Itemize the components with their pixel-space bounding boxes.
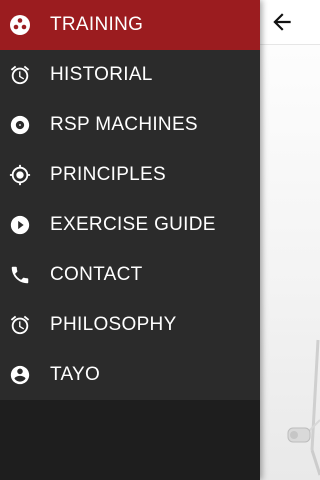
menu-item-historial[interactable]: HISTORIAL [0, 50, 260, 100]
menu-item-tayo[interactable]: TAYO [0, 350, 260, 400]
disc-icon [9, 114, 31, 136]
alarm-clock-icon [9, 64, 31, 86]
menu-item-label: EXERCISE GUIDE [50, 214, 216, 235]
drawer-footer-area [0, 400, 260, 480]
phone-icon [9, 264, 31, 286]
crosshair-icon [9, 164, 31, 186]
machine-image [287, 339, 320, 476]
navigation-drawer: TRAINING HISTORIAL RSP MACHINES PRINCIPL… [0, 0, 260, 480]
drawer-menu: TRAINING HISTORIAL RSP MACHINES PRINCIPL… [0, 0, 260, 400]
menu-item-philosophy[interactable]: PHILOSOPHY [0, 300, 260, 350]
menu-item-label: RSP MACHINES [50, 114, 198, 135]
menu-item-principles[interactable]: PRINCIPLES [0, 150, 260, 200]
account-circle-icon [9, 364, 31, 386]
menu-item-label: PHILOSOPHY [50, 314, 177, 335]
back-button[interactable] [264, 4, 300, 40]
menu-item-label: TAYO [50, 364, 101, 385]
menu-item-rsp-machines[interactable]: RSP MACHINES [0, 100, 260, 150]
menu-item-training[interactable]: TRAINING [0, 0, 260, 50]
menu-item-contact[interactable]: CONTACT [0, 250, 260, 300]
menu-item-label: TRAINING [50, 14, 144, 35]
play-circle-icon [9, 214, 31, 236]
menu-item-label: PRINCIPLES [50, 164, 166, 185]
arrow-back-icon [273, 13, 291, 31]
dots-circle-icon [9, 14, 31, 36]
menu-item-label: HISTORIAL [50, 64, 153, 85]
alarm-clock-icon [9, 314, 31, 336]
menu-item-exercise-guide[interactable]: EXERCISE GUIDE [0, 200, 260, 250]
app-screen: TRAINING HISTORIAL RSP MACHINES PRINCIPL… [0, 0, 320, 480]
menu-item-label: CONTACT [50, 264, 143, 285]
